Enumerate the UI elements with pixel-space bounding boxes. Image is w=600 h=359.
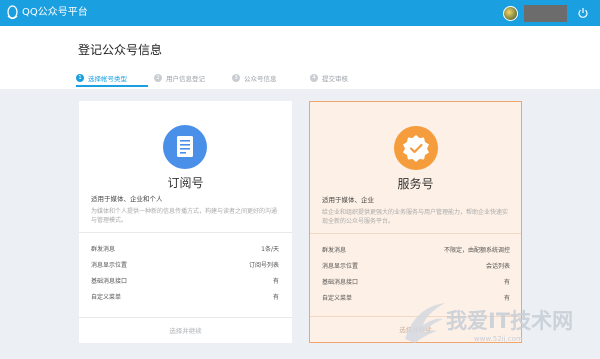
divider — [310, 233, 521, 234]
feature-row: 自定义菜单 有 — [91, 290, 279, 306]
feature-label: 消息显示位置 — [322, 263, 359, 270]
feature-row: 基础消息接口 有 — [322, 275, 510, 291]
step-label: 用户信息登记 — [166, 75, 205, 83]
subscription-account-card[interactable]: 订阅号 适用于媒体、企业和个人 为媒体和个人提供一种新的信息传播方式，构建与读者… — [79, 101, 292, 343]
step-number: 4 — [310, 74, 318, 82]
feature-label: 群发消息 — [322, 247, 347, 254]
feature-label: 基础消息接口 — [91, 278, 128, 285]
card-description: 给企业和组织提供更强大的业务服务与用户管理能力，帮助企业快速实现全新的公众号服务… — [322, 209, 509, 225]
feature-row: 群发消息 1条/天 — [91, 242, 279, 258]
document-icon — [163, 125, 207, 169]
qq-penguin-icon[interactable] — [5, 5, 20, 21]
page-title: 登记公众号信息 — [78, 43, 163, 57]
card-title: 订阅号 — [167, 176, 204, 190]
step-number: 3 — [232, 74, 240, 82]
step-1: 1 选择帐号类型 — [76, 72, 127, 84]
feature-row: 消息显示位置 订阅号列表 — [91, 258, 279, 274]
feature-value: 不限定，由配额系统调控 — [443, 247, 510, 254]
feature-list: 群发消息 1条/天 消息显示位置 订阅号列表 基础消息接口 有 自定义菜单 有 — [91, 242, 279, 306]
select-continue-button[interactable]: 选择并继续 — [79, 317, 292, 343]
badge-check-icon — [394, 126, 438, 170]
step-4: 4 提交审核 — [310, 72, 348, 84]
username-redacted[interactable] — [524, 5, 567, 22]
feature-label: 消息显示位置 — [91, 262, 128, 269]
step-3: 3 公众号信息 — [232, 72, 277, 84]
watermark-url: www.52ij.com — [474, 335, 523, 343]
top-bar: QQ公众号平台 — [0, 0, 600, 26]
step-label: 选择帐号类型 — [88, 75, 127, 83]
feature-label: 基础消息接口 — [322, 279, 359, 286]
feature-value: 会话列表 — [485, 263, 510, 270]
app-title[interactable]: QQ公众号平台 — [22, 6, 88, 20]
watermark-text: 我爱IT技术网 — [446, 309, 574, 333]
feature-value: 有 — [272, 278, 279, 285]
power-icon[interactable] — [577, 7, 589, 19]
step-number: 1 — [76, 74, 84, 82]
feature-value: 订阅号列表 — [248, 262, 279, 269]
step-label: 提交审核 — [322, 75, 348, 83]
divider — [79, 232, 292, 233]
wing-logo-icon — [405, 303, 445, 343]
feature-row: 消息显示位置 会话列表 — [322, 259, 510, 275]
step-2: 2 用户信息登记 — [154, 72, 205, 84]
card-title: 服务号 — [397, 177, 434, 191]
feature-label: 自定义菜单 — [91, 294, 122, 301]
feature-value: 1条/天 — [261, 246, 279, 253]
step-number: 2 — [154, 74, 162, 82]
step-label: 公众号信息 — [244, 75, 277, 83]
card-subtitle: 适用于媒体、企业 — [322, 196, 374, 204]
feature-label: 自定义菜单 — [322, 295, 353, 302]
watermark: 我爱IT技术网 www.52ij.com — [391, 297, 596, 355]
card-description: 为媒体和个人提供一种新的信息传播方式，构建与读者之间更好的沟通与管理模式。 — [91, 208, 278, 224]
avatar[interactable] — [503, 6, 518, 21]
active-step-underline — [76, 85, 148, 87]
feature-label: 群发消息 — [91, 246, 116, 253]
feature-value: 有 — [272, 294, 279, 301]
feature-row: 群发消息 不限定，由配额系统调控 — [322, 243, 510, 259]
feature-value: 有 — [503, 279, 510, 286]
feature-row: 基础消息接口 有 — [91, 274, 279, 290]
card-subtitle: 适用于媒体、企业和个人 — [91, 195, 163, 203]
